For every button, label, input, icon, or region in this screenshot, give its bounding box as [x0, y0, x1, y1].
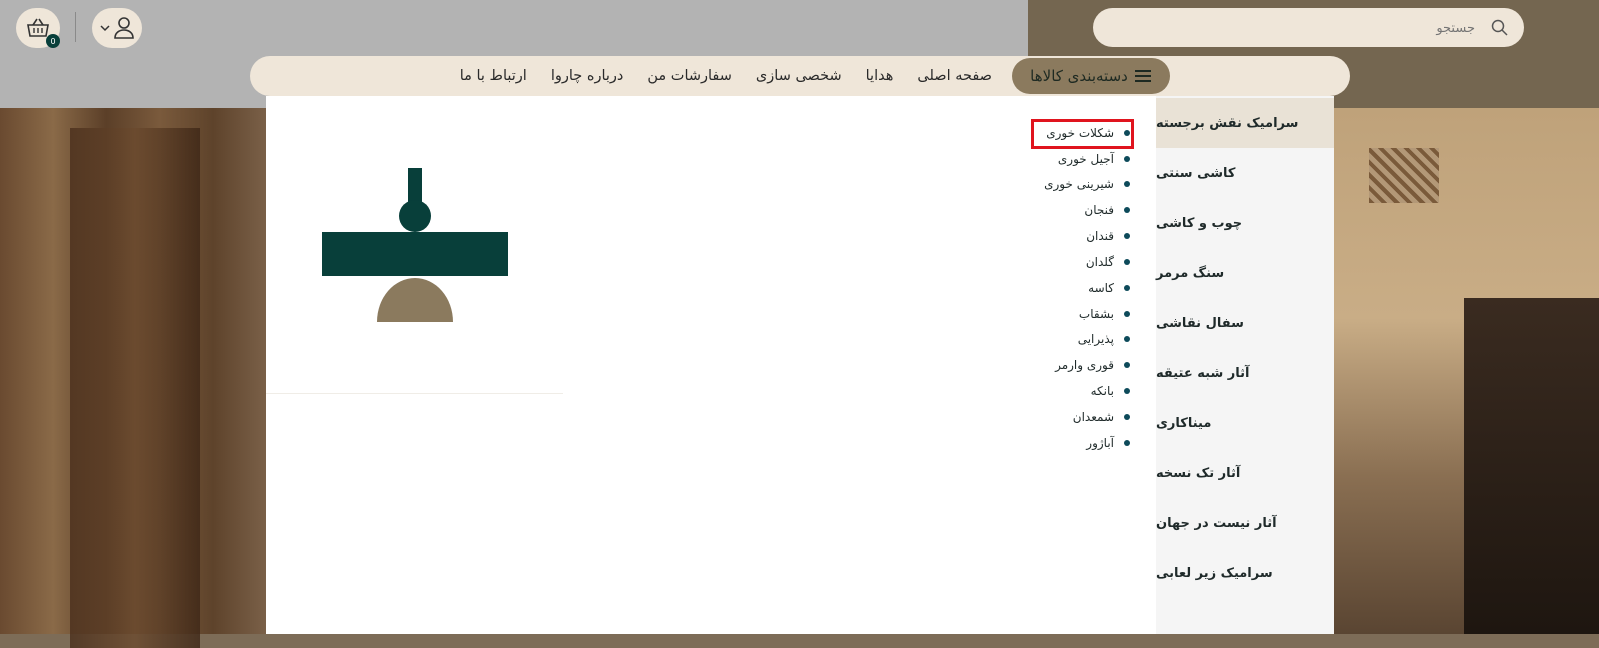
cart-button[interactable]: 0: [16, 8, 60, 48]
submenu-item[interactable]: شمعدان: [1073, 406, 1130, 428]
bullet-icon: [1124, 207, 1130, 213]
submenu-item[interactable]: پذیرایی: [1078, 328, 1130, 350]
submenu-item[interactable]: فنجان: [1084, 199, 1130, 221]
basket-icon: [27, 18, 49, 37]
submenu-item[interactable]: آجیل خوری: [1058, 148, 1130, 170]
nav-link-home[interactable]: صفحه اصلی: [905, 68, 1004, 84]
account-menu-button[interactable]: [92, 8, 142, 48]
search-input[interactable]: [1113, 8, 1477, 49]
submenu-item[interactable]: گلدان: [1086, 251, 1130, 273]
main-navbar: دسته‌بندی کالاها صفحه اصلی هدایا شخصی سا…: [250, 56, 1350, 96]
categories-button[interactable]: دسته‌بندی کالاها: [1012, 58, 1170, 94]
bullet-icon: [1124, 440, 1130, 446]
divider-line: [266, 393, 563, 394]
submenu-item[interactable]: آباژور: [1086, 432, 1130, 454]
hamburger-icon: [1134, 70, 1151, 82]
search-icon: [1491, 19, 1508, 36]
bullet-icon: [1124, 285, 1130, 291]
bullet-icon: [1124, 414, 1130, 420]
submenu-item[interactable]: بانکه: [1091, 380, 1130, 402]
submenu-item[interactable]: کاسه: [1088, 277, 1130, 299]
chevron-down-icon: [99, 25, 110, 32]
bullet-icon: [1124, 362, 1130, 368]
header-divider: [75, 12, 76, 42]
nav-link-contact[interactable]: ارتباط با ما: [448, 68, 539, 84]
bullet-icon: [1124, 181, 1130, 187]
categories-label: دسته‌بندی کالاها: [1030, 67, 1128, 85]
submenu-item[interactable]: قوری وارمر: [1055, 354, 1130, 376]
user-icon: [113, 17, 134, 39]
side-item-not-in-world[interactable]: آثار نیست در جهان: [1156, 498, 1334, 548]
bullet-icon: [1124, 336, 1130, 342]
side-item-unique-pieces[interactable]: آثار تک نسخه: [1156, 448, 1334, 498]
side-item-enamel[interactable]: میناکاری: [1156, 398, 1334, 448]
search-bar[interactable]: [1093, 8, 1524, 49]
bullet-icon: [1124, 311, 1130, 317]
brand-logo: [322, 168, 508, 322]
side-item-painted-pottery[interactable]: سفال نقاشی: [1156, 298, 1334, 348]
nav-link-my-orders[interactable]: سفارشات من: [635, 68, 744, 84]
bullet-icon: [1124, 233, 1130, 239]
background-photo-right: [1334, 108, 1599, 634]
background-photo-left: [0, 108, 266, 648]
bullet-icon: [1124, 259, 1130, 265]
cart-count-badge: 0: [46, 34, 60, 48]
selection-highlight: [1031, 119, 1134, 149]
submenu-item[interactable]: شیرینی خوری: [1044, 173, 1130, 195]
side-item-traditional-tile[interactable]: کاشی سنتی: [1156, 148, 1334, 198]
nav-links: صفحه اصلی هدایا شخصی سازی سفارشات من درب…: [448, 56, 1004, 96]
nav-link-gifts[interactable]: هدایا: [854, 68, 906, 84]
side-item-marble[interactable]: سنگ مرمر: [1156, 248, 1334, 298]
side-item-underglaze-ceramic[interactable]: سرامیک زیر لعابی: [1156, 548, 1334, 598]
side-item-relief-ceramic[interactable]: سرامیک نقش برجسته: [1156, 98, 1334, 148]
submenu-item[interactable]: بشقاب: [1079, 303, 1130, 325]
nav-link-about[interactable]: درباره چاروا: [539, 68, 636, 84]
bullet-icon: [1124, 388, 1130, 394]
bullet-icon: [1124, 156, 1130, 162]
submenu-item[interactable]: قندان: [1086, 225, 1130, 247]
mega-menu-sidebar: سرامیک نقش برجسته کاشی سنتی چوب و کاشی س…: [1156, 96, 1334, 634]
nav-link-customization[interactable]: شخصی سازی: [744, 68, 854, 84]
side-item-wood-tile[interactable]: چوب و کاشی: [1156, 198, 1334, 248]
side-item-antique-style[interactable]: آثار شبه عتیقه: [1156, 348, 1334, 398]
